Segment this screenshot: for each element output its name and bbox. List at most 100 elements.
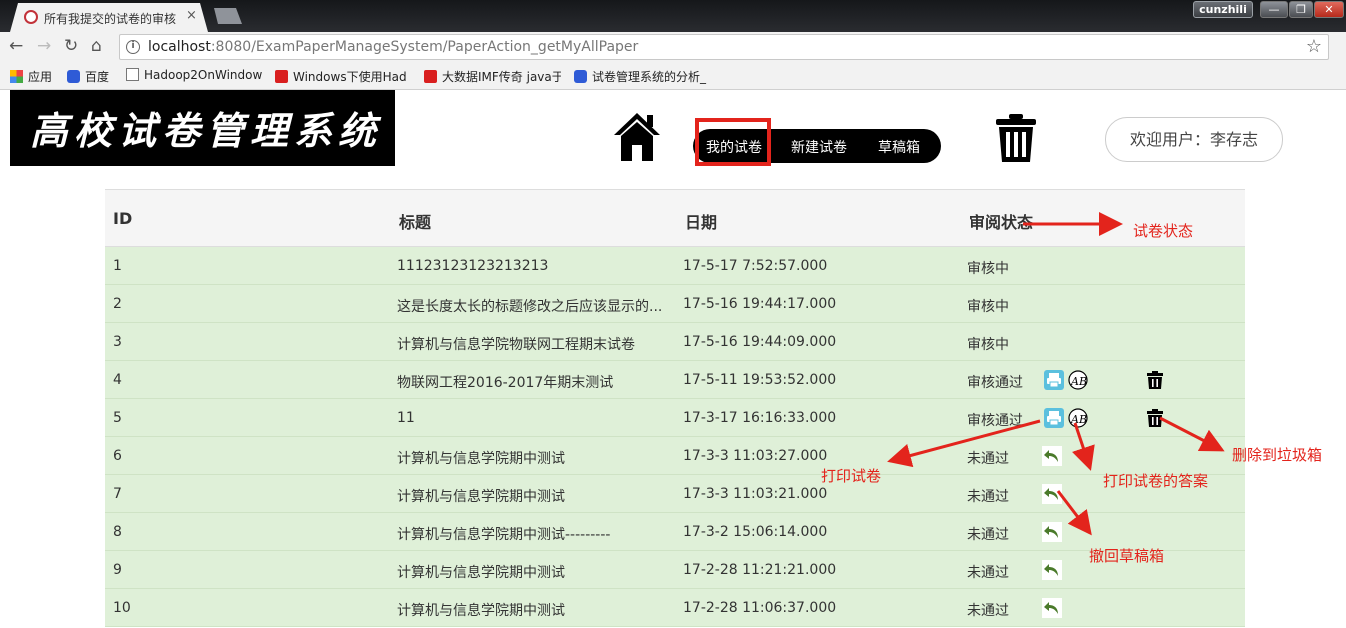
table-row: 5 11 17-3-17 16:16:33.000 审核通过 AB [105, 399, 1245, 437]
site-logo: 高校试卷管理系统 [10, 90, 395, 166]
cell-id: 1 [113, 258, 122, 274]
delete-trash-icon[interactable] [1145, 370, 1165, 390]
cell-status: 审核中 [967, 337, 1009, 353]
svg-text:AB: AB [1070, 375, 1087, 388]
cell-status: 未通过 [967, 451, 1009, 467]
cell-id: 9 [113, 562, 122, 578]
annotation-delete: 删除到垃圾箱 [1232, 446, 1323, 464]
url-text[interactable]: localhost:8080/ExamPaperManageSystem/Pap… [148, 39, 638, 55]
cell-date: 17-3-17 16:16:33.000 [683, 410, 837, 426]
answer-ab-icon[interactable]: AB [1068, 370, 1088, 390]
browser-tab[interactable]: 所有我提交的试卷的审核 × [10, 3, 208, 32]
nav-drafts[interactable]: 草稿箱 [878, 137, 920, 157]
cell-date: 17-5-17 7:52:57.000 [683, 258, 828, 274]
logo-text: 高校试卷管理系统 [30, 108, 383, 153]
undo-arrow-icon[interactable] [1042, 484, 1062, 504]
bookmark-item[interactable]: 百度 [67, 68, 119, 85]
annotation-answer: 打印试卷的答案 [1103, 472, 1209, 490]
cell-title: 计算机与信息学院期中测试 [397, 489, 565, 505]
cell-date: 17-3-3 11:03:21.000 [683, 486, 828, 502]
csdn-icon [424, 70, 437, 83]
bookmark-star-icon[interactable]: ☆ [1306, 36, 1322, 57]
bookmark-item[interactable]: 试卷管理系统的分析_ [574, 68, 714, 85]
table-row: 1 11123123123213213 17-5-17 7:52:57.000 审核中 [105, 247, 1245, 285]
cell-id: 7 [113, 486, 122, 502]
cell-id: 5 [113, 410, 122, 426]
cell-date: 17-3-2 15:06:14.000 [683, 524, 828, 540]
address-bar[interactable]: i localhost:8080/ExamPaperManageSystem/P… [119, 34, 1329, 60]
new-tab-button[interactable] [214, 8, 242, 24]
table-row: 8 计算机与信息学院期中测试--------- 17-3-2 15:06:14.00… [105, 513, 1245, 551]
answer-ab-icon[interactable]: AB [1068, 408, 1088, 428]
delete-trash-icon[interactable] [1145, 408, 1165, 428]
undo-arrow-icon[interactable] [1042, 522, 1062, 542]
page-icon [126, 68, 139, 81]
cell-status: 未通过 [967, 489, 1009, 505]
cell-id: 2 [113, 296, 122, 312]
table-header: ID 标题 日期 审阅状态 [105, 189, 1245, 247]
cell-id: 10 [113, 600, 131, 616]
tab-title: 所有我提交的试卷的审核 [44, 12, 177, 26]
profile-button[interactable]: cunzhili [1193, 1, 1253, 18]
bookmarks-bar: 应用 百度 Hadoop2OnWindow Windows下使用Had 大数据I… [0, 62, 1346, 90]
welcome-user: 欢迎用户：李存志 [1105, 117, 1283, 162]
cell-date: 17-3-3 11:03:27.000 [683, 448, 828, 464]
annotation-print: 打印试卷 [821, 467, 882, 485]
print-icon[interactable] [1044, 408, 1064, 428]
table-row: 10 计算机与信息学院期中测试 17-2-28 11:06:37.000 未通过 [105, 589, 1245, 627]
baidu-paw-icon [574, 70, 587, 83]
cell-id: 6 [113, 448, 122, 464]
bookmark-item[interactable]: Hadoop2OnWindow [126, 68, 263, 82]
nav-new-paper[interactable]: 新建试卷 [791, 137, 847, 157]
annotation-undo: 撤回草稿箱 [1089, 547, 1165, 565]
cell-status: 未通过 [967, 603, 1009, 619]
undo-arrow-icon[interactable] [1042, 446, 1062, 466]
trash-bin-icon[interactable] [995, 113, 1037, 163]
bookmark-item[interactable]: 大数据IMF传奇 java于 [424, 68, 561, 85]
cell-date: 17-5-16 19:44:17.000 [683, 296, 837, 312]
window-close-icon[interactable]: ✕ [1314, 1, 1344, 18]
cell-title: 计算机与信息学院物联网工程期末试卷 [397, 337, 635, 353]
cell-id: 4 [113, 372, 122, 388]
column-header-date: 日期 [685, 213, 718, 232]
cell-id: 8 [113, 524, 122, 540]
back-arrow-icon[interactable]: ← [9, 36, 23, 56]
cell-status: 审核中 [967, 299, 1009, 315]
undo-arrow-icon[interactable] [1042, 560, 1062, 580]
column-header-status: 审阅状态 [969, 213, 1034, 232]
cell-title: 计算机与信息学院期中测试 [397, 451, 565, 467]
cell-id: 3 [113, 334, 122, 350]
cell-title: 物联网工程2016-2017年期末测试 [397, 375, 614, 391]
table-row: 6 计算机与信息学院期中测试 17-3-3 11:03:27.000 未通过 [105, 437, 1245, 475]
cell-status: 未通过 [967, 565, 1009, 581]
table-row: 2 这是长度太长的标题修改之后应该显示的... 17-5-16 19:44:17.0… [105, 285, 1245, 323]
column-header-title: 标题 [399, 213, 432, 232]
svg-text:AB: AB [1070, 413, 1087, 426]
cell-title: 11123123123213213 [397, 258, 549, 274]
undo-arrow-icon[interactable] [1042, 598, 1062, 618]
nav-highlight-box [695, 118, 771, 166]
cell-title: 11 [397, 410, 415, 426]
baidu-paw-icon [67, 70, 80, 83]
table-row: 7 计算机与信息学院期中测试 17-3-3 11:03:21.000 未通过 [105, 475, 1245, 513]
cell-title: 计算机与信息学院期中测试--------- [397, 527, 611, 543]
home-icon-browser[interactable]: ⌂ [91, 36, 102, 56]
cell-title: 这是长度太长的标题修改之后应该显示的... [397, 299, 663, 315]
bookmark-item[interactable]: Windows下使用Had [275, 68, 412, 85]
maximize-icon[interactable]: ❐ [1289, 1, 1313, 18]
cell-status: 审核通过 [967, 413, 1023, 429]
bookmark-item[interactable]: 应用 [10, 68, 60, 85]
home-icon[interactable] [612, 111, 662, 163]
minimize-icon[interactable]: — [1260, 1, 1288, 18]
browser-title-bar: 所有我提交的试卷的审核 × cunzhili — ❐ ✕ [0, 0, 1346, 32]
forward-arrow-icon[interactable]: → [37, 36, 51, 56]
tab-close-icon[interactable]: × [186, 8, 197, 23]
apps-grid-icon [10, 70, 23, 83]
annotation-status: 试卷状态 [1133, 222, 1194, 240]
browser-toolbar: ← → ↻ ⌂ i localhost:8080/ExamPaperManage… [0, 32, 1346, 62]
table-row: 4 物联网工程2016-2017年期末测试 17-5-11 19:53:52.000… [105, 361, 1245, 399]
info-icon[interactable]: i [126, 40, 140, 54]
csdn-icon [275, 70, 288, 83]
reload-icon[interactable]: ↻ [64, 36, 78, 56]
print-icon[interactable] [1044, 370, 1064, 390]
